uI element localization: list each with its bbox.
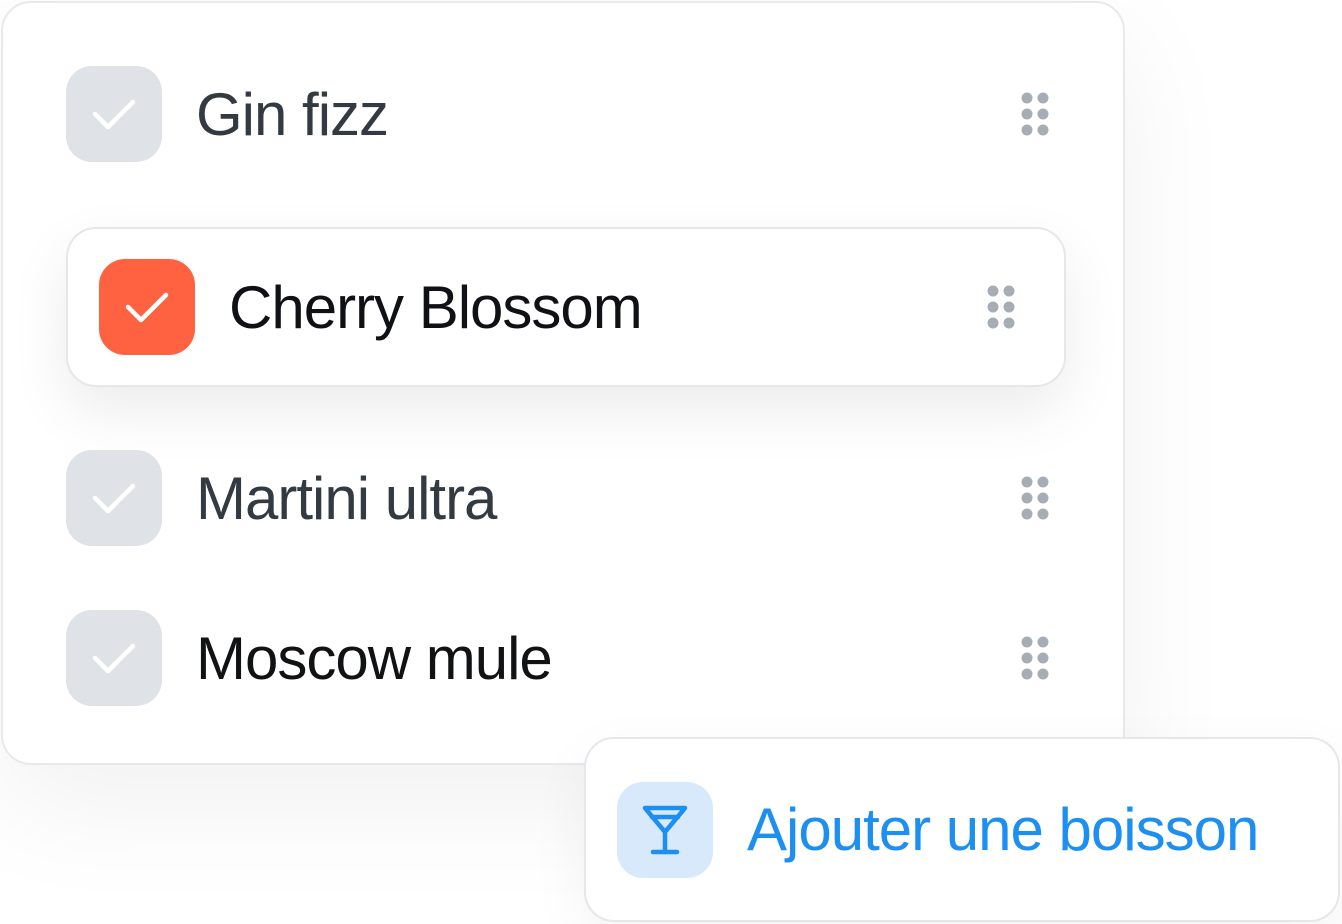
check-icon (125, 292, 169, 323)
drag-handle-icon[interactable] (986, 284, 1016, 330)
drag-handle-icon[interactable] (1020, 475, 1050, 521)
add-drink-button[interactable]: Ajouter une boisson (584, 737, 1340, 922)
drink-label: Gin fizz (196, 80, 389, 148)
add-drink-label: Ajouter une boisson (747, 796, 1259, 863)
list-item-moscow-mule[interactable]: Moscow mule (66, 610, 1066, 706)
drink-label: Moscow mule (196, 624, 553, 692)
drink-label: Martini ultra (196, 464, 497, 532)
checkbox-martini-ultra[interactable] (66, 450, 162, 546)
checkbox-moscow-mule[interactable] (66, 610, 162, 706)
check-icon (92, 643, 136, 674)
checkbox-cherry-blossom[interactable] (99, 259, 195, 355)
checkbox-gin-fizz[interactable] (66, 66, 162, 162)
drink-label: Cherry Blossom (229, 273, 643, 341)
cocktail-glass-icon (642, 805, 688, 854)
check-icon (92, 99, 136, 130)
drag-handle-icon[interactable] (1020, 635, 1050, 681)
drag-handle-icon[interactable] (1020, 91, 1050, 137)
add-drink-icon-box (617, 781, 713, 878)
list-item-cherry-blossom[interactable]: Cherry Blossom (66, 227, 1066, 387)
drinks-list-panel: Gin fizz Cherry Blossom Martini ultra Mo… (1, 1, 1125, 765)
list-item-gin-fizz[interactable]: Gin fizz (66, 66, 1066, 162)
check-icon (92, 483, 136, 514)
list-item-martini-ultra[interactable]: Martini ultra (66, 450, 1066, 546)
